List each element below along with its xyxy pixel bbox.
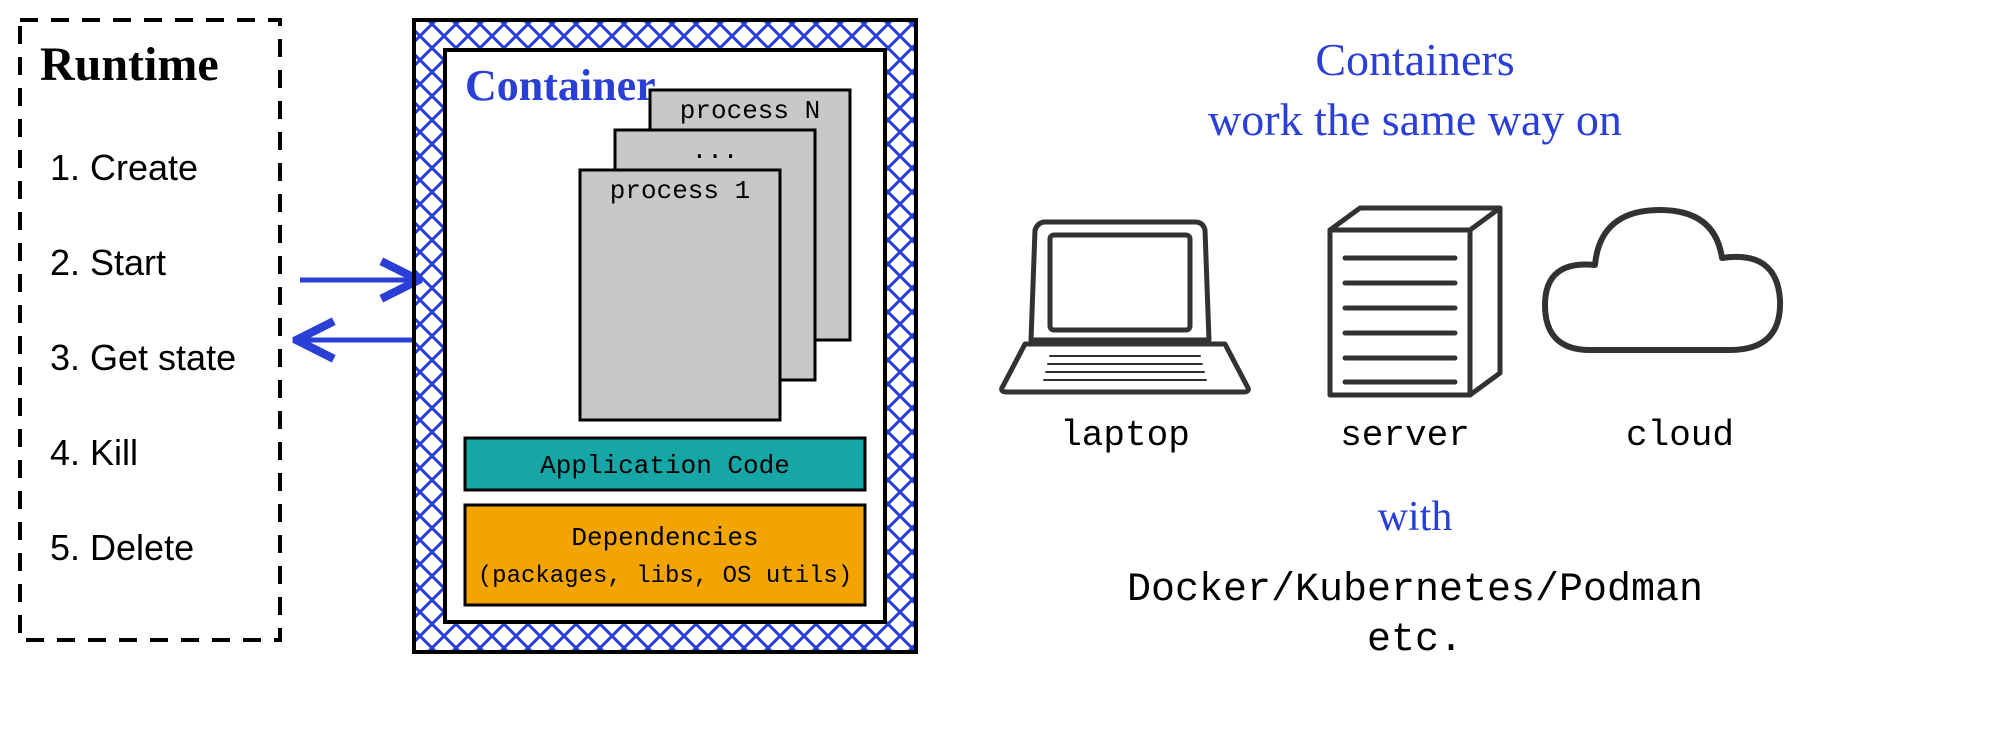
cloud-label: cloud (1626, 415, 1734, 456)
runtime-box: Runtime 1. Create 2. Start 3. Get state … (20, 20, 280, 640)
laptop-label: laptop (1060, 415, 1190, 456)
tools-line-1: Docker/Kubernetes/Podman (1127, 568, 1703, 613)
laptop-icon (1002, 222, 1249, 392)
process-stack: process N ... process 1 (580, 90, 850, 420)
runtime-title: Runtime (40, 38, 219, 91)
container-title: Container (465, 61, 656, 110)
runtime-op-2: 2. Start (50, 242, 166, 283)
with-label: with (1378, 494, 1453, 540)
runtime-op-1: 1. Create (50, 147, 198, 188)
runtime-container-arrows (300, 280, 415, 340)
dependencies-bar: Dependencies (packages, libs, OS utils) (465, 505, 865, 605)
runtime-op-4: 4. Kill (50, 432, 138, 473)
process-front-label: process 1 (610, 176, 750, 206)
cloud-icon (1545, 210, 1780, 350)
headline-1: Containers (1315, 34, 1514, 85)
application-code-label: Application Code (540, 451, 790, 481)
application-code-bar: Application Code (465, 438, 865, 490)
dependencies-sub: (packages, libs, OS utils) (478, 563, 852, 590)
server-icon (1330, 208, 1500, 395)
runtime-op-3: 3. Get state (50, 337, 236, 378)
container-group: Container process N ... process 1 Applic… (414, 20, 916, 652)
process-mid-label: ... (692, 136, 739, 166)
dependencies-title: Dependencies (571, 523, 758, 553)
runtime-op-5: 5. Delete (50, 527, 194, 568)
process-back-label: process N (680, 96, 820, 126)
headline-2: work the same way on (1208, 94, 1622, 145)
tools-line-2: etc. (1367, 618, 1463, 663)
server-label: server (1340, 415, 1470, 456)
right-copy: Containers work the same way on (1208, 34, 1622, 145)
